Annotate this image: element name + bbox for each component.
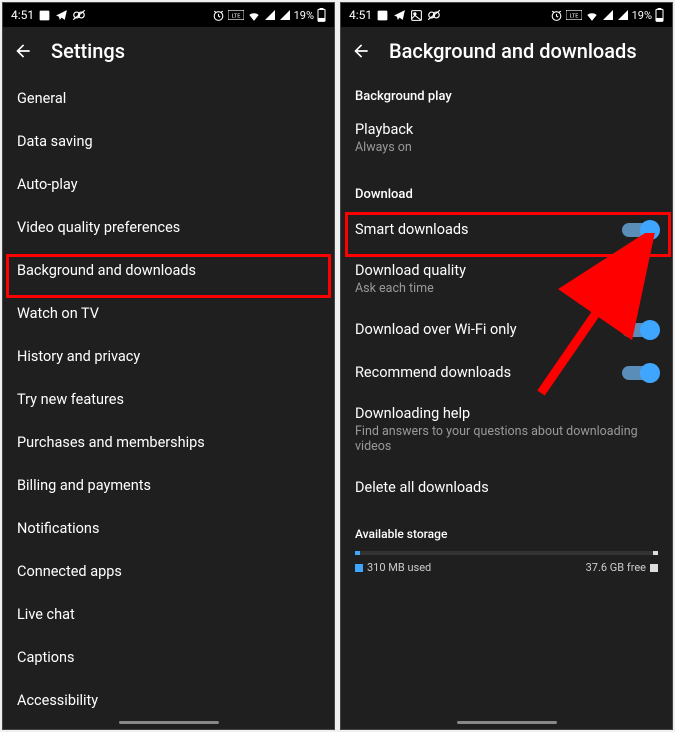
item-captions[interactable]: Captions <box>3 636 334 679</box>
item-accessibility[interactable]: Accessibility <box>3 679 334 715</box>
alarm-icon <box>550 9 563 22</box>
storage-section: Available storage 310 MB used 37.6 GB fr… <box>341 517 672 584</box>
recommend-downloads-toggle[interactable] <box>622 366 658 380</box>
app-icon-1 <box>376 9 389 22</box>
signal-icon-1 <box>602 9 614 21</box>
nav-pill[interactable] <box>457 721 557 724</box>
signal-icon-2 <box>279 9 291 21</box>
volte-icon: LTE <box>566 10 582 20</box>
nav-bar <box>341 715 672 729</box>
image-icon <box>410 9 423 22</box>
signal-icon-2 <box>617 9 629 21</box>
item-general[interactable]: General <box>3 77 334 120</box>
download-wifi-label: Download over Wi-Fi only <box>355 321 517 338</box>
section-download: Download <box>341 167 672 208</box>
item-data-saving[interactable]: Data saving <box>3 120 334 163</box>
phone-right: 4:51 LTE 19% Background and downloads Ba… <box>340 2 673 730</box>
noscript-icon <box>427 8 441 22</box>
section-background-play: Background play <box>341 77 672 110</box>
item-billing[interactable]: Billing and payments <box>3 464 334 507</box>
header: Background and downloads <box>341 27 672 77</box>
nav-pill[interactable] <box>119 721 219 724</box>
smart-downloads-toggle[interactable] <box>622 223 658 237</box>
status-time: 4:51 <box>11 8 34 22</box>
downloading-help-label: Downloading help <box>355 405 658 422</box>
legend-used: 310 MB used <box>355 561 431 574</box>
signal-icon-1 <box>264 9 276 21</box>
page-title: Background and downloads <box>389 39 637 63</box>
telegram-icon <box>393 9 406 22</box>
svg-text:LTE: LTE <box>231 13 240 19</box>
wifi-icon <box>247 9 261 21</box>
battery-icon <box>655 8 664 22</box>
item-live-chat[interactable]: Live chat <box>3 593 334 636</box>
legend-used-sq <box>355 564 363 572</box>
item-watch-tv[interactable]: Watch on TV <box>3 292 334 335</box>
item-history-privacy[interactable]: History and privacy <box>3 335 334 378</box>
status-right: LTE 19% <box>550 8 664 22</box>
downloading-help-sub: Find answers to your questions about dow… <box>355 424 658 454</box>
svg-text:LTE: LTE <box>569 13 578 19</box>
playback-label: Playback <box>355 121 658 138</box>
status-left: 4:51 <box>349 8 441 22</box>
recommend-downloads-label: Recommend downloads <box>355 364 511 381</box>
item-video-quality[interactable]: Video quality preferences <box>3 206 334 249</box>
telegram-icon <box>55 9 68 22</box>
back-icon[interactable] <box>351 41 371 61</box>
download-wifi-toggle[interactable] <box>622 323 658 337</box>
item-notifications[interactable]: Notifications <box>3 507 334 550</box>
page-title: Settings <box>51 39 125 63</box>
item-smart-downloads[interactable]: Smart downloads <box>341 208 672 251</box>
smart-downloads-label: Smart downloads <box>355 221 469 238</box>
storage-label: Available storage <box>355 527 658 541</box>
battery-pct: 19% <box>294 9 314 22</box>
storage-legend: 310 MB used 37.6 GB free <box>355 561 658 574</box>
header: Settings <box>3 27 334 77</box>
item-connected-apps[interactable]: Connected apps <box>3 550 334 593</box>
battery-icon <box>317 8 326 22</box>
noscript-icon <box>72 8 86 22</box>
item-auto-play[interactable]: Auto-play <box>3 163 334 206</box>
phone-left: 4:51 LTE 19% Settings General Data savin… <box>2 2 335 730</box>
legend-free: 37.6 GB free <box>586 561 658 574</box>
back-icon[interactable] <box>13 41 33 61</box>
status-bar: 4:51 LTE 19% <box>3 3 334 27</box>
wifi-icon <box>585 9 599 21</box>
nav-bar <box>3 715 334 729</box>
item-recommend-downloads[interactable]: Recommend downloads <box>341 351 672 394</box>
alarm-icon <box>212 9 225 22</box>
download-quality-sub: Ask each time <box>355 281 658 296</box>
item-playback[interactable]: Playback Always on <box>341 110 672 167</box>
item-downloading-help[interactable]: Downloading help Find answers to your qu… <box>341 394 672 466</box>
downloads-list: Background play Playback Always on Downl… <box>341 77 672 715</box>
volte-icon: LTE <box>228 10 244 20</box>
legend-free-sq <box>650 564 658 572</box>
battery-pct: 19% <box>632 9 652 22</box>
storage-bar-used <box>355 551 360 555</box>
status-bar: 4:51 LTE 19% <box>341 3 672 27</box>
download-quality-label: Download quality <box>355 262 658 279</box>
app-icon-1 <box>38 9 51 22</box>
item-delete-all[interactable]: Delete all downloads <box>341 466 672 509</box>
status-right: LTE 19% <box>212 8 326 22</box>
storage-bar <box>355 551 658 555</box>
item-purchases[interactable]: Purchases and memberships <box>3 421 334 464</box>
settings-list: General Data saving Auto-play Video qual… <box>3 77 334 715</box>
item-download-quality[interactable]: Download quality Ask each time <box>341 251 672 308</box>
status-left: 4:51 <box>11 8 86 22</box>
legend-free-text: 37.6 GB free <box>586 561 646 574</box>
item-download-wifi[interactable]: Download over Wi-Fi only <box>341 308 672 351</box>
legend-used-text: 310 MB used <box>367 561 431 574</box>
item-background-downloads[interactable]: Background and downloads <box>3 249 334 292</box>
item-try-features[interactable]: Try new features <box>3 378 334 421</box>
playback-sub: Always on <box>355 140 658 155</box>
status-time: 4:51 <box>349 8 372 22</box>
storage-bar-free <box>653 551 658 555</box>
